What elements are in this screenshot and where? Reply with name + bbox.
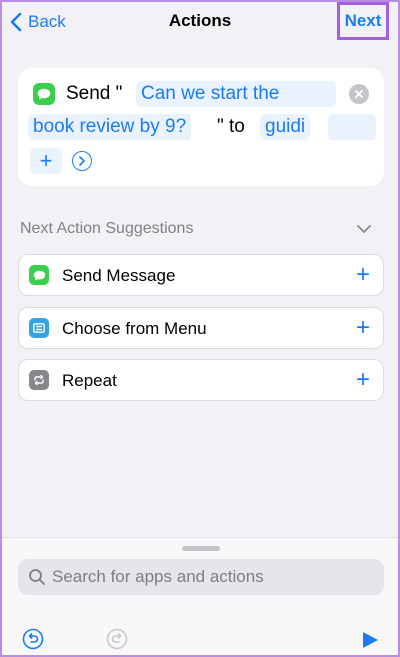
message-text-token-line2[interactable]: book review by 9? bbox=[28, 114, 192, 140]
suggestion-label: Send Message bbox=[62, 266, 176, 285]
redo-icon[interactable] bbox=[106, 628, 128, 650]
search-icon bbox=[29, 569, 45, 585]
add-icon[interactable]: + bbox=[356, 263, 370, 287]
suggestion-repeat[interactable]: Repeat + bbox=[18, 359, 384, 401]
to-label: " to bbox=[217, 116, 245, 137]
suggestions-heading: Next Action Suggestions bbox=[20, 220, 194, 237]
messages-icon bbox=[33, 83, 55, 105]
undo-icon[interactable] bbox=[22, 628, 44, 650]
send-label: Send " bbox=[66, 83, 123, 104]
add-recipient-button[interactable]: + bbox=[30, 148, 62, 174]
sheet-grabber[interactable] bbox=[182, 546, 220, 551]
message-text-token-line1[interactable]: Can we start the bbox=[136, 81, 336, 107]
suggestion-label: Choose from Menu bbox=[62, 319, 207, 338]
next-button[interactable]: Next bbox=[337, 2, 389, 40]
clear-button[interactable] bbox=[349, 84, 369, 104]
play-icon[interactable] bbox=[361, 631, 379, 649]
expand-options-button[interactable] bbox=[72, 151, 92, 171]
recipient-input-empty[interactable] bbox=[328, 114, 376, 140]
send-message-action-card: Send " Can we start the book review by 9… bbox=[18, 68, 384, 186]
suggestion-label: Repeat bbox=[62, 371, 117, 390]
suggestion-send-message[interactable]: Send Message + bbox=[18, 254, 384, 296]
repeat-icon bbox=[29, 370, 49, 390]
menu-icon bbox=[29, 318, 49, 338]
actions-bottom-sheet: Search for apps and actions bbox=[2, 537, 398, 655]
recipient-token[interactable]: guidi bbox=[260, 114, 311, 140]
chevron-right-icon bbox=[79, 156, 85, 166]
search-input[interactable]: Search for apps and actions bbox=[18, 559, 384, 595]
close-icon bbox=[355, 90, 363, 98]
search-placeholder: Search for apps and actions bbox=[52, 567, 264, 586]
navigation-bar: Back Actions Next bbox=[2, 2, 398, 42]
chevron-down-icon[interactable] bbox=[356, 221, 372, 237]
add-icon[interactable]: + bbox=[356, 316, 370, 340]
messages-icon bbox=[29, 265, 49, 285]
add-icon[interactable]: + bbox=[356, 368, 370, 392]
suggestion-choose-from-menu[interactable]: Choose from Menu + bbox=[18, 307, 384, 349]
